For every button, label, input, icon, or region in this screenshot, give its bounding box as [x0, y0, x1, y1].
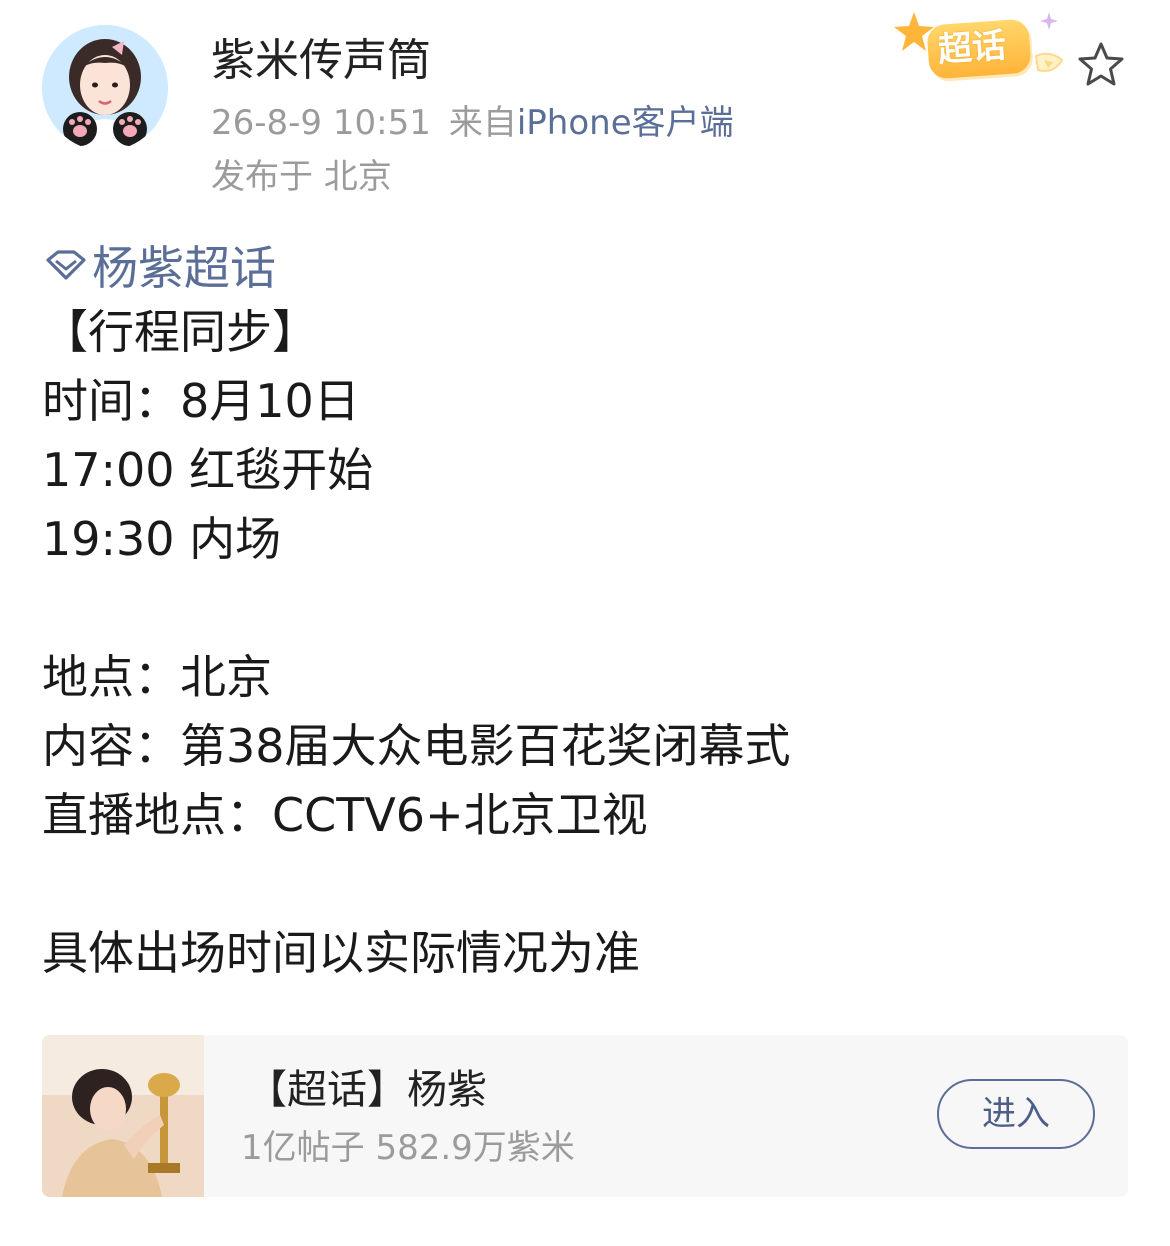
post-location: 发布于 北京: [211, 157, 392, 197]
post-content: 杨紫超话 【行程同步】 时间：8月10日 17:00 红毯开始 19:30 内场…: [42, 232, 1132, 988]
badge-label: 超话: [936, 25, 1008, 71]
post-header: 紫米传声筒 26-8-9 10:51 来自iPhone客户端 发布于 北京 超话: [0, 0, 1170, 210]
supertopic-diamond-icon: [46, 250, 86, 280]
avatar-photo-icon: [42, 25, 168, 151]
body-line: 直播地点：CCTV6+北京卫视: [42, 788, 648, 842]
post-meta: 26-8-9 10:51 来自iPhone客户端: [211, 103, 734, 143]
body-blank-line: [42, 574, 1132, 643]
source-client-link[interactable]: iPhone客户端: [517, 103, 734, 143]
body-line: 时间：8月10日: [42, 374, 360, 428]
supertopic-badge[interactable]: 超话: [892, 6, 1072, 90]
supertopic-card[interactable]: 【超话】杨紫 1亿帖子 582.9万紫米 进入: [42, 1035, 1128, 1197]
supertopic-card-stats: 1亿帖子 582.9万紫米: [241, 1128, 575, 1168]
body-blank-line: [42, 850, 1132, 919]
body-line: 内容：第38届大众电影百花奖闭幕式: [42, 719, 791, 773]
supertopic-link[interactable]: 杨紫超话: [42, 232, 1132, 298]
body-line: 地点：北京: [42, 650, 272, 704]
supertopic-card-title: 【超话】杨紫: [247, 1067, 487, 1113]
badge-tail-icon: [1034, 52, 1064, 72]
body-line: 【行程同步】: [42, 305, 318, 359]
body-line: 具体出场时间以实际情况为准: [42, 926, 640, 980]
body-line: 19:30 内场: [42, 512, 282, 566]
sparkle-icon: [1040, 12, 1058, 30]
supertopic-cover-image: [42, 1035, 204, 1197]
supertopic-link-text: 杨紫超话: [92, 241, 276, 295]
favorite-star-icon[interactable]: [1076, 40, 1126, 90]
username[interactable]: 紫米传声筒: [211, 34, 431, 88]
enter-supertopic-button[interactable]: 进入: [937, 1079, 1095, 1149]
post-time: 26-8-9 10:51: [211, 103, 431, 143]
source-prefix: 来自: [448, 103, 517, 143]
body-line: 17:00 红毯开始: [42, 443, 374, 497]
cover-photo-icon: [42, 1035, 204, 1197]
user-avatar[interactable]: [42, 25, 168, 151]
